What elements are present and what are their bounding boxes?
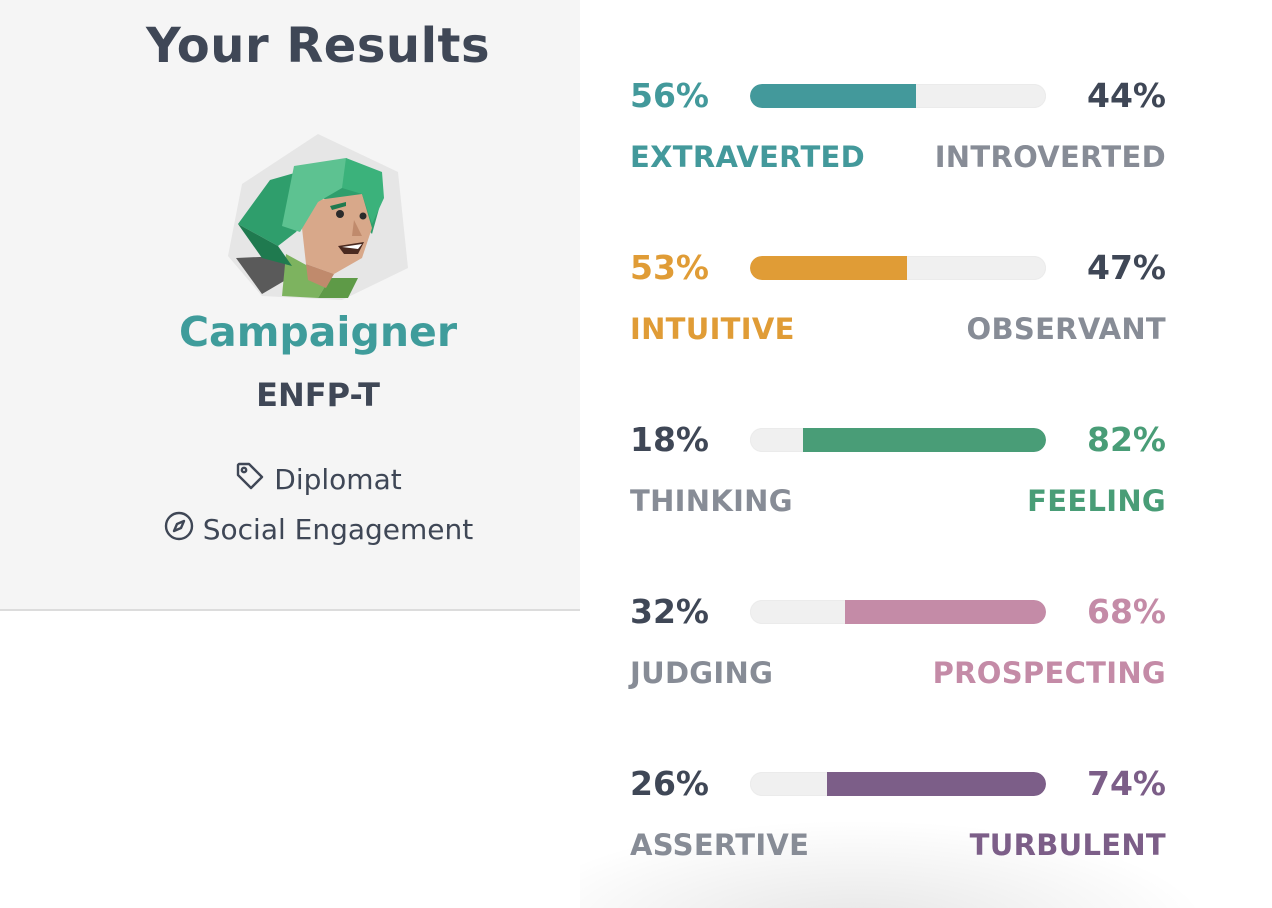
trait-right-label: OBSERVANT xyxy=(966,312,1166,346)
trait-bar xyxy=(750,600,1046,624)
campaigner-avatar-icon xyxy=(222,128,414,304)
trait-left-percent: 56% xyxy=(630,76,709,115)
role-label: Diplomat xyxy=(274,463,402,496)
trait-right-percent: 44% xyxy=(1087,76,1166,115)
trait-right-label: TURBULENT xyxy=(969,828,1166,862)
page-title: Your Results xyxy=(145,18,491,74)
trait-left-percent: 26% xyxy=(630,764,709,803)
trait-right-label: FEELING xyxy=(1027,484,1166,518)
strategy-row[interactable]: Social Engagement xyxy=(0,510,636,549)
trait-right-percent: 68% xyxy=(1087,592,1166,631)
trait-row-mind: 53% 47% INTUITIVE OBSERVANT xyxy=(630,248,1166,368)
trait-left-label: INTUITIVE xyxy=(630,312,795,346)
trait-row-tactics: 32% 68% JUDGING PROSPECTING xyxy=(630,592,1166,712)
trait-right-label: INTROVERTED xyxy=(934,140,1166,174)
role-row[interactable]: Diplomat xyxy=(0,460,636,499)
trait-bar-fill xyxy=(826,772,1046,796)
trait-row-energy: 56% 44% EXTRAVERTED INTROVERTED xyxy=(630,76,1166,196)
trait-left-label: JUDGING xyxy=(630,656,774,690)
trait-right-percent: 82% xyxy=(1087,420,1166,459)
trait-bar-fill xyxy=(750,84,916,108)
trait-bar xyxy=(750,84,1046,108)
trait-left-label: ASSERTIVE xyxy=(630,828,810,862)
trait-right-label: PROSPECTING xyxy=(932,656,1166,690)
compass-icon xyxy=(163,510,203,549)
trait-bar-fill xyxy=(750,256,907,280)
trait-left-percent: 53% xyxy=(630,248,709,287)
trait-left-label: THINKING xyxy=(630,484,793,518)
tag-icon xyxy=(234,460,274,499)
trait-row-nature: 18% 82% THINKING FEELING xyxy=(630,420,1166,540)
trait-left-percent: 18% xyxy=(630,420,709,459)
trait-right-percent: 47% xyxy=(1087,248,1166,287)
personality-type-name: Campaigner xyxy=(178,308,458,356)
trait-left-label: EXTRAVERTED xyxy=(630,140,866,174)
trait-right-percent: 74% xyxy=(1087,764,1166,803)
trait-left-percent: 32% xyxy=(630,592,709,631)
trait-bar xyxy=(750,428,1046,452)
personality-type-code: ENFP-T xyxy=(256,376,380,414)
trait-bar xyxy=(750,772,1046,796)
trait-bar-fill xyxy=(803,428,1046,452)
strategy-label: Social Engagement xyxy=(202,513,474,546)
trait-row-identity: 26% 74% ASSERTIVE TURBULENT xyxy=(630,764,1166,884)
trait-bar-fill xyxy=(844,600,1046,624)
trait-bar xyxy=(750,256,1046,280)
